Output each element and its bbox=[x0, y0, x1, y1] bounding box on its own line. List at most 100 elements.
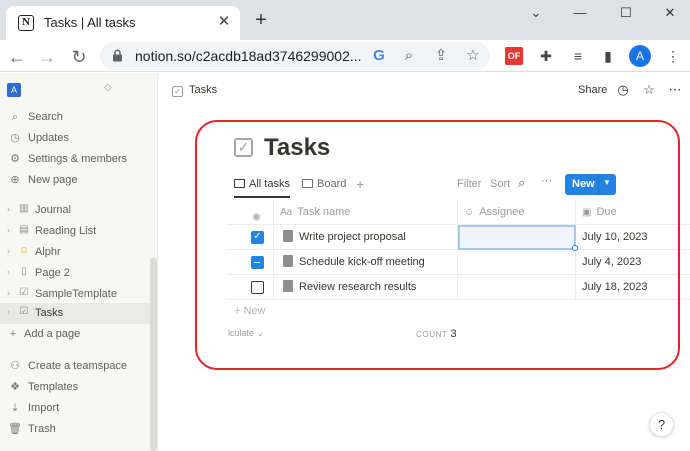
cell-resize-handle[interactable] bbox=[572, 245, 578, 251]
sidebar-add-page[interactable]: + Add a page bbox=[0, 324, 150, 345]
workspace-avatar[interactable]: A bbox=[7, 83, 21, 97]
sidebar-page-tasks[interactable]: › ☑ Tasks bbox=[0, 303, 150, 324]
expand-caret-icon[interactable]: › bbox=[7, 288, 10, 298]
bookmark-star-icon[interactable]: ☆ bbox=[462, 45, 484, 67]
side-panel-icon[interactable]: ▮ bbox=[597, 45, 619, 67]
sidebar-scrollbar[interactable] bbox=[150, 258, 157, 451]
tab-all-tasks[interactable]: All tasks bbox=[234, 172, 290, 198]
sidebar-item-create-teamspace[interactable]: ⚇ Create a teamspace bbox=[0, 356, 150, 377]
add-view-button[interactable]: + bbox=[356, 176, 364, 192]
sidebar-page-label: Page 2 bbox=[35, 267, 70, 279]
task-name-cell[interactable]: Write project proposal bbox=[274, 225, 458, 249]
chevron-down-icon[interactable]: ▼ bbox=[603, 178, 611, 187]
table-row[interactable]: Schedule kick-off meeting July 4, 2023 bbox=[228, 250, 690, 275]
expand-caret-icon[interactable]: › bbox=[7, 204, 10, 214]
maximize-icon[interactable]: ☐ bbox=[612, 3, 640, 23]
tab-search-chevron-icon[interactable]: ⌄ bbox=[522, 3, 550, 23]
document-icon bbox=[283, 255, 293, 267]
due-date-cell[interactable]: July 18, 2023 bbox=[576, 275, 690, 299]
assignee-cell[interactable] bbox=[458, 275, 576, 299]
sidebar-item-new-page[interactable]: ⊕ New page bbox=[0, 170, 150, 191]
due-date-cell[interactable]: July 4, 2023 bbox=[576, 250, 690, 274]
lock-icon bbox=[112, 49, 123, 65]
sidebar-page-sampletemplate[interactable]: › ☑ SampleTemplate bbox=[0, 284, 150, 305]
sidebar-item-trash[interactable]: 🗑 Trash bbox=[0, 419, 150, 440]
browser-menu-icon[interactable]: ⋮ bbox=[662, 45, 684, 67]
filter-button[interactable]: Filter bbox=[457, 178, 481, 190]
column-header-task-name[interactable]: Aa Task name bbox=[274, 200, 458, 224]
share-page-icon[interactable]: ⇪ bbox=[430, 45, 452, 67]
google-icon[interactable]: G bbox=[368, 45, 390, 67]
minimize-icon[interactable]: — bbox=[566, 3, 594, 23]
history-clock-icon[interactable]: ◷ bbox=[614, 81, 632, 99]
document-icon bbox=[283, 280, 293, 292]
tab-close-icon[interactable]: ✕ bbox=[214, 12, 234, 32]
workspace-switcher-icon[interactable]: ◇ bbox=[104, 82, 112, 93]
loading-spinner-icon: ✺ bbox=[252, 212, 262, 224]
breadcrumb[interactable]: ✓ Tasks bbox=[172, 84, 217, 97]
add-new-row-button[interactable]: + New bbox=[234, 305, 266, 317]
sidebar-page-page-2[interactable]: › ▯ Page 2 bbox=[0, 263, 150, 284]
profile-avatar[interactable]: A bbox=[629, 45, 651, 67]
window-close-icon[interactable]: ✕ bbox=[656, 3, 684, 23]
sidebar-page-journal[interactable]: › ▥ Journal bbox=[0, 200, 150, 221]
sidebar-item-label: Settings & members bbox=[28, 153, 128, 165]
task-name-cell[interactable]: Schedule kick-off meeting bbox=[274, 250, 458, 274]
sidebar-page-label: Alphr bbox=[35, 246, 61, 258]
assignee-cell-selected[interactable] bbox=[458, 225, 576, 250]
search-icon[interactable]: ⌕ bbox=[518, 175, 525, 191]
sidebar-item-updates[interactable]: ◷ Updates bbox=[0, 128, 150, 149]
new-tab-button[interactable]: + bbox=[250, 9, 272, 31]
table-row[interactable]: ✓ Write project proposal July 10, 2023 bbox=[228, 225, 690, 250]
expand-caret-icon[interactable]: › bbox=[7, 246, 10, 256]
checkbox-mixed[interactable] bbox=[251, 256, 264, 269]
column-header-due[interactable]: ▣ Due bbox=[576, 200, 690, 224]
page-title[interactable]: Tasks bbox=[264, 134, 330, 162]
pdf-extension-icon[interactable]: OF bbox=[505, 47, 523, 65]
sidebar-item-label: Search bbox=[28, 111, 63, 123]
media-queue-icon[interactable]: ≡ bbox=[567, 45, 589, 67]
zoom-icon[interactable]: ⌕ bbox=[398, 45, 420, 67]
browser-tab[interactable]: N Tasks | All tasks ✕ bbox=[6, 6, 240, 40]
sort-button[interactable]: Sort bbox=[490, 178, 510, 190]
sidebar-item-templates[interactable]: ❖ Templates bbox=[0, 377, 150, 398]
sidebar-page-reading-list[interactable]: › ▤ Reading List bbox=[0, 221, 150, 242]
download-icon: ⤓ bbox=[12, 402, 18, 414]
row-count[interactable]: COUNT 3 bbox=[416, 328, 457, 340]
reload-icon[interactable]: ↻ bbox=[66, 44, 92, 70]
task-name-cell[interactable]: Review research results bbox=[274, 275, 458, 299]
extensions-puzzle-icon[interactable]: ✚ bbox=[535, 45, 557, 67]
tab-label: Board bbox=[317, 178, 347, 190]
share-button[interactable]: Share bbox=[578, 84, 607, 96]
table-row[interactable]: Review research results July 18, 2023 bbox=[228, 275, 690, 300]
tab-board[interactable]: Board bbox=[302, 172, 346, 198]
divider bbox=[598, 174, 599, 195]
sidebar-page-alphr[interactable]: › ☺ Alphr bbox=[0, 242, 150, 263]
header-select-cell: ✺ bbox=[228, 200, 274, 224]
sidebar-item-settings[interactable]: ⚙ Settings & members bbox=[0, 149, 150, 170]
expand-caret-icon[interactable]: › bbox=[7, 225, 10, 235]
assignee-cell[interactable] bbox=[458, 250, 576, 274]
more-options-icon[interactable]: ⋯ bbox=[666, 81, 684, 99]
address-bar[interactable]: notion.so/c2acdb18ad3746299002... G ⌕ ⇪ … bbox=[100, 42, 490, 70]
checkbox-checked[interactable]: ✓ bbox=[251, 231, 264, 244]
help-button[interactable]: ? bbox=[649, 412, 674, 437]
expand-caret-icon[interactable]: › bbox=[7, 307, 10, 317]
checkbox-icon: ✓ bbox=[172, 86, 183, 97]
forward-arrow-icon[interactable]: → bbox=[34, 44, 60, 70]
calculate-dropdown[interactable]: lculate ⌄ bbox=[228, 328, 264, 339]
clock-icon: ◷ bbox=[10, 132, 20, 144]
sidebar-item-import[interactable]: ⤓ Import bbox=[0, 398, 150, 419]
more-options-button[interactable]: ··· bbox=[541, 175, 552, 187]
sidebar-item-search[interactable]: ⌕ Search bbox=[0, 107, 150, 128]
people-icon: ⚇ bbox=[10, 360, 20, 372]
expand-caret-icon[interactable]: › bbox=[7, 267, 10, 277]
due-date-cell[interactable]: July 10, 2023 bbox=[576, 225, 690, 249]
back-arrow-icon[interactable]: ← bbox=[4, 44, 30, 70]
column-header-assignee[interactable]: ☺ Assignee bbox=[458, 200, 576, 224]
new-item-button[interactable]: New ▼ bbox=[565, 174, 616, 195]
favorite-star-icon[interactable]: ☆ bbox=[640, 81, 658, 99]
tab-label: All tasks bbox=[249, 178, 290, 190]
checkbox-unchecked[interactable] bbox=[251, 281, 264, 294]
sidebar-item-label: New page bbox=[28, 174, 78, 186]
